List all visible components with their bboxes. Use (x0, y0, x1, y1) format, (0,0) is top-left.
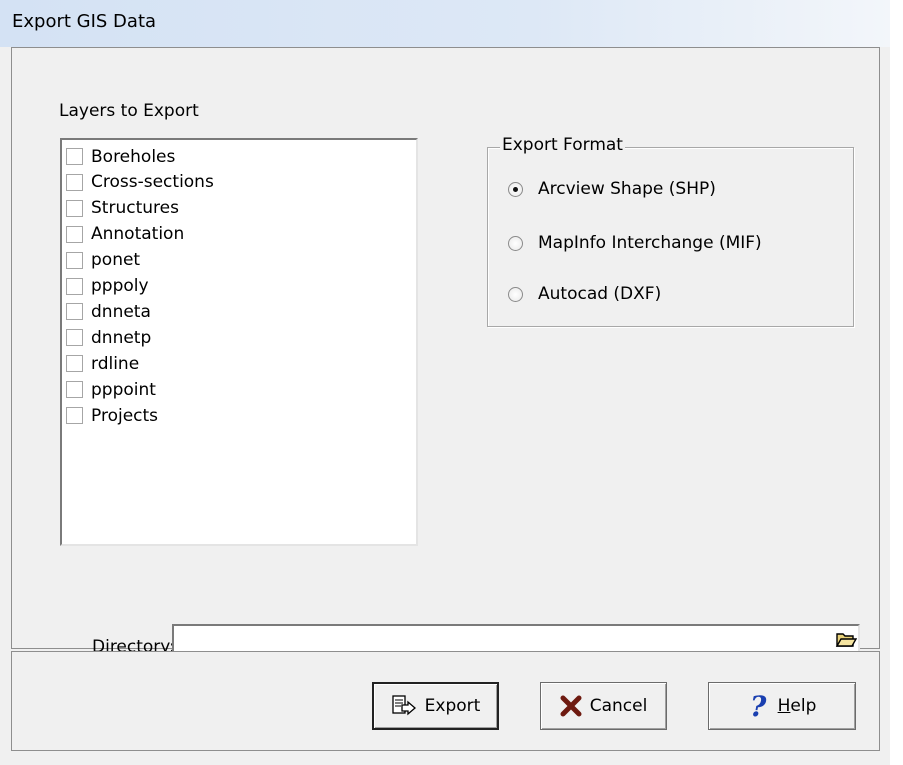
layer-label: rdline (91, 353, 140, 374)
layer-checkbox[interactable] (66, 381, 83, 399)
radio-button[interactable] (508, 181, 523, 197)
layer-item[interactable]: rdline (66, 351, 139, 376)
layer-label: dnneta (91, 301, 151, 322)
export-icon (392, 695, 416, 716)
layer-checkbox[interactable] (66, 225, 83, 243)
help-button-label: Help (777, 696, 817, 716)
layer-checkbox[interactable] (66, 407, 83, 424)
x-icon (560, 695, 582, 717)
svg-text:?: ? (750, 692, 767, 720)
layer-label: Cross-sections (91, 172, 214, 193)
layer-item[interactable]: pppoly (66, 274, 149, 299)
radio-button[interactable] (508, 235, 523, 251)
radio-label: Arcview Shape (SHP) (538, 179, 716, 199)
layer-item[interactable]: Structures (66, 196, 179, 221)
layer-checkbox[interactable] (66, 173, 83, 191)
radio-label: MapInfo Interchange (MIF) (538, 233, 762, 253)
help-button[interactable]: ? Help (708, 682, 856, 730)
export-gis-dialog: Export GIS Data Layers to Export Borehol… (0, 0, 890, 765)
cancel-button[interactable]: Cancel (540, 682, 667, 730)
layer-checkbox[interactable] (66, 148, 83, 165)
layer-item[interactable]: Annotation (66, 222, 184, 247)
radio-label: Autocad (DXF) (538, 284, 662, 304)
folder-open-icon[interactable] (835, 630, 857, 650)
layer-label: Boreholes (91, 146, 176, 167)
layer-checkbox[interactable] (66, 303, 83, 321)
layer-checkbox[interactable] (66, 277, 83, 295)
cancel-button-label: Cancel (589, 696, 648, 716)
export-format-label: Export Format (500, 135, 625, 155)
title-bar: Export GIS Data (0, 0, 890, 47)
layer-label: Structures (91, 198, 179, 219)
layers-label: Layers to Export (59, 101, 199, 121)
layer-label: Annotation (91, 224, 185, 245)
layer-item[interactable]: dnnetp (66, 325, 151, 350)
window-title: Export GIS Data (12, 11, 157, 32)
layer-item[interactable]: ponet (66, 248, 140, 273)
layer-item[interactable]: dnneta (66, 299, 151, 324)
radio-arcview-shape[interactable]: Arcview Shape (SHP) (508, 177, 716, 201)
layer-label: pppoly (91, 276, 149, 296)
radio-button[interactable] (508, 286, 523, 302)
layer-item[interactable]: Boreholes (66, 144, 175, 169)
layer-checkbox[interactable] (66, 251, 83, 269)
radio-autocad-dxf[interactable]: Autocad (DXF) (508, 282, 661, 306)
question-mark-icon: ? (750, 692, 767, 720)
layer-checkbox[interactable] (66, 199, 83, 217)
layers-list[interactable]: Boreholes Cross-sections Structures Annotat… (60, 138, 418, 546)
layer-item[interactable]: pppoint (66, 377, 156, 402)
layer-item[interactable]: Projects (66, 403, 158, 428)
export-button-label: Export (424, 696, 481, 716)
layer-label: dnnetp (91, 327, 152, 348)
radio-mapinfo-interchange[interactable]: MapInfo Interchange (MIF) (508, 231, 762, 255)
layer-label: Projects (91, 405, 159, 426)
layer-checkbox[interactable] (66, 355, 83, 373)
export-button[interactable]: Export (372, 682, 499, 730)
layer-checkbox[interactable] (66, 329, 83, 347)
layer-label: pppoint (91, 379, 156, 400)
layer-label: ponet (91, 250, 141, 271)
layer-item[interactable]: Cross-sections (66, 170, 214, 195)
